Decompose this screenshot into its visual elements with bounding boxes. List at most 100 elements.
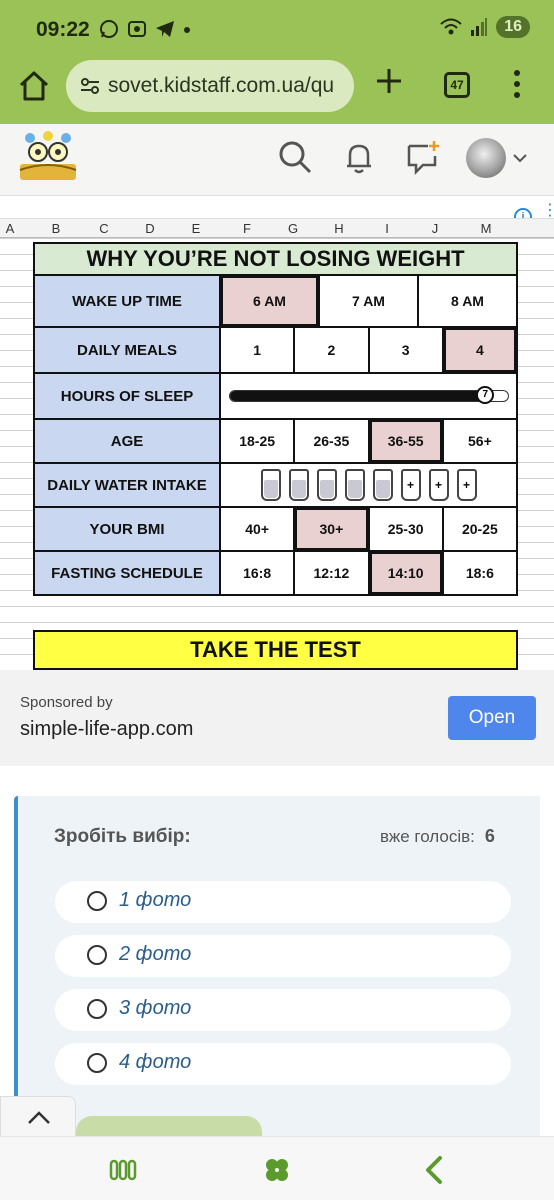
option-cell[interactable]: 25-30 xyxy=(370,508,444,550)
ad-options-icon[interactable]: ⋮ xyxy=(542,203,554,219)
status-bar: 09:22 16 xyxy=(0,0,554,60)
system-navigation-bar xyxy=(0,1136,554,1200)
option-cell[interactable]: 56+ xyxy=(444,420,516,462)
address-bar[interactable]: sovet.kidstaff.com.ua/qu xyxy=(66,60,354,112)
quiz-row-sleep[interactable]: HOURS OF SLEEP 7 xyxy=(35,374,516,420)
option-cell[interactable]: 16:8 xyxy=(221,552,296,594)
choice-label: 4 фото xyxy=(119,1051,192,1073)
quiz-row-wake[interactable]: WAKE UP TIME 6 AM 7 AM 8 AM xyxy=(35,276,516,328)
browser-chrome: 09:22 16 sovet.kidstaff.com.ua/qu 47 xyxy=(0,0,554,124)
battery-indicator: 16 xyxy=(496,16,530,38)
row-label: DAILY WATER INTAKE xyxy=(35,464,221,506)
column-header: I xyxy=(385,221,389,236)
option-cell[interactable]: 12:12 xyxy=(295,552,370,594)
chevron-down-icon[interactable] xyxy=(512,150,528,166)
take-test-button[interactable]: TAKE THE TEST xyxy=(33,630,518,670)
tab-switcher-button[interactable]: 47 xyxy=(444,72,470,98)
quiz-row-age[interactable]: AGE 18-25 26-35 36-55 56+ xyxy=(35,420,516,464)
quiz-row-bmi[interactable]: YOUR BMI 40+ 30+ 25-30 20-25 xyxy=(35,508,516,552)
sponsor-domain[interactable]: simple-life-app.com xyxy=(20,718,193,741)
back-icon[interactable] xyxy=(420,1155,450,1185)
column-header: A xyxy=(5,221,15,236)
radio-button[interactable] xyxy=(87,1053,107,1073)
votes-label: вже голосів: xyxy=(380,827,475,846)
home-button[interactable] xyxy=(16,68,52,104)
new-message-icon[interactable] xyxy=(404,138,442,176)
quiz-row-water[interactable]: DAILY WATER INTAKE + + + xyxy=(35,464,516,508)
sponsor-bar: Sponsored by simple-life-app.com Open xyxy=(0,670,554,766)
option-cell[interactable]: 2 xyxy=(295,328,370,372)
option-cell[interactable]: 7 AM xyxy=(320,276,419,326)
option-cell[interactable]: 20-25 xyxy=(444,508,516,550)
recent-apps-icon[interactable] xyxy=(108,1155,138,1185)
radio-button[interactable] xyxy=(87,999,107,1019)
sponsored-by-label: Sponsored by xyxy=(20,694,113,711)
water-glass-icon[interactable] xyxy=(344,469,365,501)
column-header: E xyxy=(191,221,201,236)
radio-button[interactable] xyxy=(87,891,107,911)
submit-button-partial[interactable] xyxy=(76,1116,262,1136)
more-notifications-dot-icon xyxy=(184,27,190,33)
option-cell[interactable]: 14:10 xyxy=(369,552,444,594)
poll-choice[interactable]: 4 фото xyxy=(55,1043,511,1085)
search-icon[interactable] xyxy=(276,138,314,176)
water-glass-icon[interactable] xyxy=(260,469,281,501)
whatsapp-icon xyxy=(100,20,118,38)
open-button[interactable]: Open xyxy=(448,696,536,740)
sleep-slider[interactable]: 7 xyxy=(228,386,509,404)
water-glass-icon[interactable] xyxy=(288,469,309,501)
water-glass-icon[interactable] xyxy=(316,469,337,501)
column-header: G xyxy=(287,221,299,236)
add-glass-icon[interactable]: + xyxy=(428,469,449,501)
weight-quiz-table: WHY YOU’RE NOT LOSING WEIGHT WAKE UP TIM… xyxy=(33,242,518,596)
quiz-row-meals[interactable]: DAILY MEALS 1234 xyxy=(35,328,516,374)
site-logo[interactable] xyxy=(16,130,80,186)
column-header: H xyxy=(334,221,344,236)
status-notification-icons xyxy=(98,18,192,40)
bell-icon[interactable] xyxy=(340,138,378,176)
option-cell[interactable]: 4 xyxy=(443,328,516,372)
option-cell[interactable]: 1 xyxy=(221,328,296,372)
column-header: J xyxy=(431,221,439,236)
poll-choice[interactable]: 3 фото xyxy=(55,989,511,1031)
sleep-slider-knob[interactable]: 7 xyxy=(476,386,495,404)
option-cell[interactable]: 26-35 xyxy=(295,420,370,462)
new-tab-button[interactable] xyxy=(374,66,404,102)
collapse-toggle[interactable] xyxy=(0,1096,76,1136)
home-clover-icon[interactable] xyxy=(262,1155,292,1185)
option-cell[interactable]: 30+ xyxy=(295,508,370,550)
column-header: M xyxy=(480,221,492,236)
screenshot-icon xyxy=(128,21,146,37)
url-text[interactable]: sovet.kidstaff.com.ua/qu xyxy=(108,74,348,98)
choice-label: 2 фото xyxy=(119,943,192,965)
water-glasses: + + + xyxy=(221,464,516,506)
poll-choice[interactable]: 2 фото xyxy=(55,935,511,977)
option-cell[interactable]: 8 AM xyxy=(419,276,516,326)
ad-banner[interactable]: i ⋮ ABCDEFGHIJM WHY YOU’RE NOT LOSING WE… xyxy=(0,196,554,670)
user-avatar[interactable] xyxy=(466,138,506,178)
site-header xyxy=(0,124,554,196)
status-system-icons: 16 xyxy=(440,16,530,38)
telegram-icon xyxy=(156,21,174,37)
site-settings-icon[interactable] xyxy=(80,76,100,96)
row-label: HOURS OF SLEEP xyxy=(35,374,221,418)
option-cell[interactable]: 6 AM xyxy=(221,276,320,326)
option-cell[interactable]: 18-25 xyxy=(221,420,296,462)
option-cell[interactable]: 40+ xyxy=(221,508,296,550)
option-cell[interactable]: 3 xyxy=(370,328,444,372)
poll-choice[interactable]: 1 фото xyxy=(55,881,511,923)
column-header: B xyxy=(51,221,61,236)
add-glass-icon[interactable]: + xyxy=(456,469,477,501)
option-cell[interactable]: 36-55 xyxy=(369,420,444,462)
column-header: C xyxy=(99,221,109,236)
quiz-row-fasting[interactable]: FASTING SCHEDULE 16:8 12:12 14:10 18:6 xyxy=(35,552,516,594)
radio-button[interactable] xyxy=(87,945,107,965)
add-glass-icon[interactable]: + xyxy=(400,469,421,501)
water-glass-icon[interactable] xyxy=(372,469,393,501)
browser-menu-button[interactable] xyxy=(514,70,522,100)
votes-number: 6 xyxy=(484,826,495,846)
home-icon xyxy=(19,71,49,101)
option-cell[interactable]: 18:6 xyxy=(444,552,516,594)
row-options: 6 AM 7 AM 8 AM xyxy=(221,276,516,326)
column-header: D xyxy=(145,221,155,236)
